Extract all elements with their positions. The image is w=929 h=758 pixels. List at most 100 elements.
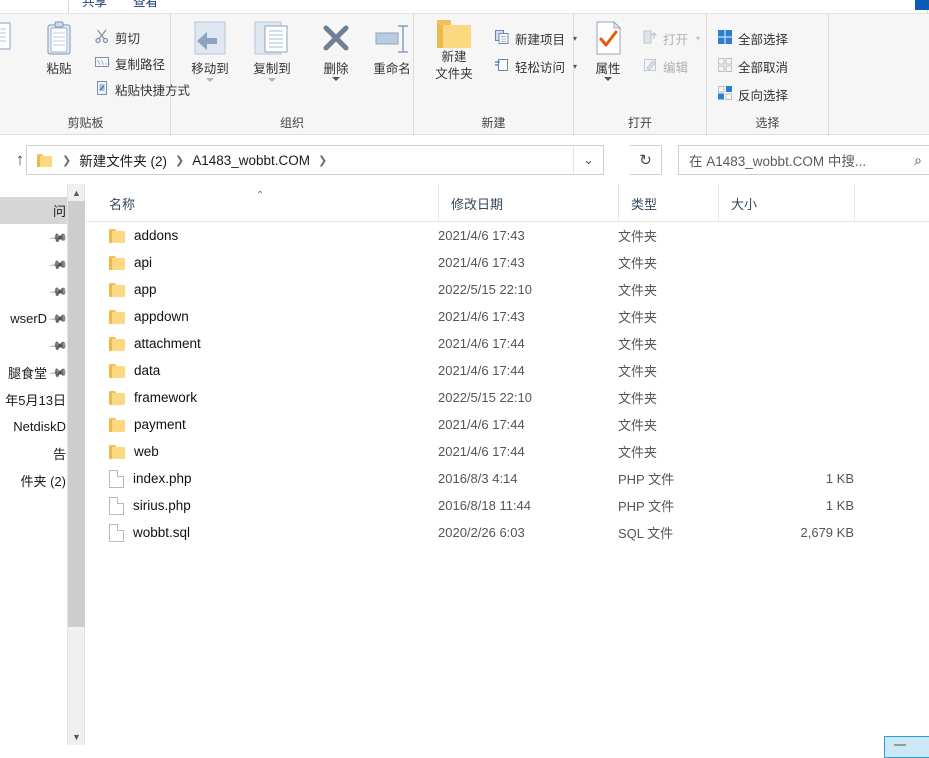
pin-icon[interactable]: 📌 — [48, 335, 67, 355]
folder-icon — [109, 363, 125, 378]
table-row[interactable]: addons 2021/4/6 17:43 文件夹 — [86, 222, 929, 249]
search-box[interactable]: 在 A1483_wobbt.COM 中搜... ⌕ — [678, 145, 929, 175]
move-to-button[interactable]: 移动到 — [179, 20, 241, 82]
pin-icon[interactable]: 📌 — [48, 227, 67, 247]
cell-modified-date: 2022/5/15 22:10 — [438, 282, 532, 297]
nav-item[interactable]: 问 — [0, 197, 67, 224]
ribbon-tabs: 共享 查看 — [68, 0, 158, 14]
table-row[interactable]: appdown 2021/4/6 17:43 文件夹 — [86, 303, 929, 330]
properties-caret-icon[interactable] — [604, 77, 612, 81]
scroll-down-arrow-icon[interactable]: ▼ — [68, 728, 85, 745]
breadcrumb-chevron-icon[interactable]: ❯ — [169, 154, 190, 167]
column-header-spacer[interactable] — [854, 184, 929, 222]
group-label-organize: 组织 — [279, 116, 304, 130]
move-to-caret-icon[interactable] — [206, 78, 214, 82]
invert-selection-button[interactable]: 反向选择 — [717, 83, 788, 105]
table-row[interactable]: web 2021/4/6 17:44 文件夹 — [86, 438, 929, 465]
cell-type: 文件夹 — [618, 364, 658, 379]
cell-name: appdown — [109, 303, 189, 330]
cell-type: 文件夹 — [618, 310, 658, 325]
navigation-pane-scrollbar[interactable]: ▲ ▼ — [68, 184, 85, 745]
column-header-date[interactable]: 修改日期 — [438, 184, 618, 222]
sort-ascending-icon: ⌃ — [256, 190, 265, 201]
table-row[interactable]: sirius.php 2016/8/18 11:44 PHP 文件 1 KB — [86, 492, 929, 519]
refresh-button[interactable]: ↻ — [630, 145, 662, 175]
table-row[interactable]: index.php 2016/8/3 4:14 PHP 文件 1 KB — [86, 465, 929, 492]
nav-item[interactable]: 年5月13日 — [0, 386, 67, 413]
nav-item[interactable]: NetdiskD — [0, 413, 67, 440]
file-name: index.php — [133, 471, 192, 486]
cell-name: data — [109, 357, 160, 384]
table-row[interactable]: framework 2022/5/15 22:10 文件夹 — [86, 384, 929, 411]
copy-path-button[interactable]: \\.. 复制路径 — [94, 52, 165, 74]
nav-item[interactable]: 📌 — [0, 332, 67, 359]
cut-button[interactable]: 剪切 — [94, 26, 140, 48]
folder-icon — [109, 228, 125, 243]
folder-icon — [109, 390, 125, 405]
copy-to-caret-icon[interactable] — [268, 78, 276, 82]
new-item-button[interactable]: 新建项目 ▾ — [494, 27, 577, 49]
address-bar-row: ↑ ❯ 新建文件夹 (2) ❯ A1483_wobbt.COM ❯ ⌄ ↻ 在 … — [0, 136, 929, 184]
pin-icon[interactable]: 📌 — [48, 308, 67, 328]
select-all-button[interactable]: 全部选择 — [717, 27, 788, 49]
tab-view[interactable]: 查看 — [133, 0, 158, 10]
breadcrumb-chevron-icon[interactable]: ❯ — [312, 154, 333, 167]
nav-item[interactable]: 📌 — [0, 278, 67, 305]
table-row[interactable]: payment 2021/4/6 17:44 文件夹 — [86, 411, 929, 438]
select-none-button[interactable]: 全部取消 — [717, 55, 788, 77]
table-row[interactable]: data 2021/4/6 17:44 文件夹 — [86, 357, 929, 384]
paste-button[interactable]: 粘贴 — [28, 20, 90, 77]
nav-item[interactable]: wserD 📌 — [0, 305, 67, 332]
address-history-dropdown[interactable]: ⌄ — [573, 146, 603, 174]
breadcrumb-chevron-icon[interactable]: ❯ — [56, 154, 77, 167]
pin-icon[interactable]: 📌 — [48, 254, 67, 274]
easy-access-button[interactable]: 轻松访问 ▾ — [494, 55, 577, 77]
search-input[interactable]: 在 A1483_wobbt.COM 中搜... — [679, 150, 904, 170]
nav-item[interactable]: 告 — [0, 440, 67, 467]
breadcrumb-item-1[interactable]: A1483_wobbt.COM — [190, 153, 312, 168]
pin-icon[interactable]: 📌 — [48, 281, 67, 301]
column-header-type[interactable]: 类型 — [618, 184, 718, 222]
pin-icon[interactable]: 📌 — [48, 362, 67, 382]
edit-button[interactable]: 编辑 — [642, 55, 688, 77]
delete-caret-icon[interactable] — [332, 77, 340, 81]
scrollbar-thumb[interactable] — [68, 201, 85, 627]
breadcrumb-item-0[interactable]: 新建文件夹 (2) — [77, 150, 169, 170]
delete-label: 删除 — [323, 62, 349, 76]
column-header-size[interactable]: 大小 — [718, 184, 854, 222]
new-folder-label-line2: 文件夹 — [435, 67, 473, 81]
ribbon-group-new: 新建 文件夹 新建项目 ▾ 轻松访问 ▾ 新建 — [414, 14, 577, 136]
cell-name: framework — [109, 384, 197, 411]
nav-item[interactable]: 腿食堂 📌 — [0, 359, 67, 386]
properties-button[interactable]: 属性 — [580, 20, 636, 81]
table-row[interactable]: attachment 2021/4/6 17:44 文件夹 — [86, 330, 929, 357]
cell-type: 文件夹 — [618, 391, 658, 406]
file-menu-icon[interactable]: ✂ — [0, 0, 10, 1]
copy-to-button[interactable]: 复制到 — [241, 20, 303, 82]
cell-name: app — [109, 276, 157, 303]
nav-item[interactable]: 📌 — [0, 224, 67, 251]
cell-name: web — [109, 438, 159, 465]
move-to-label: 移动到 — [191, 62, 229, 76]
table-row[interactable]: wobbt.sql 2020/2/26 6:03 SQL 文件 2,679 KB — [86, 519, 929, 546]
bottom-selected-item[interactable] — [884, 736, 929, 758]
cell-name: index.php — [109, 465, 192, 492]
cell-name: sirius.php — [109, 492, 191, 519]
new-folder-button[interactable]: 新建 文件夹 — [419, 20, 489, 82]
table-row[interactable]: app 2022/5/15 22:10 文件夹 — [86, 276, 929, 303]
tab-share[interactable]: 共享 — [82, 0, 107, 10]
delete-button[interactable]: 删除 — [305, 20, 367, 81]
address-bar[interactable]: ❯ 新建文件夹 (2) ❯ A1483_wobbt.COM ❯ ⌄ — [26, 145, 604, 175]
cell-name: attachment — [109, 330, 201, 357]
nav-item[interactable]: 件夹 (2) — [0, 467, 67, 494]
file-rows: addons 2021/4/6 17:43 文件夹 api 2021/4/6 17:43… — [86, 222, 929, 546]
table-row[interactable]: api 2021/4/6 17:43 文件夹 — [86, 249, 929, 276]
open-button[interactable]: 打开 ▾ — [642, 27, 700, 49]
window-control-accent[interactable] — [915, 0, 929, 10]
search-icon[interactable]: ⌕ — [904, 152, 929, 169]
cell-type: 文件夹 — [618, 445, 658, 460]
column-header-name[interactable]: ⌃ 名称 — [86, 184, 438, 222]
open-caret-icon[interactable]: ▾ — [696, 34, 700, 43]
scroll-up-arrow-icon[interactable]: ▲ — [68, 184, 85, 201]
nav-item[interactable]: 📌 — [0, 251, 67, 278]
